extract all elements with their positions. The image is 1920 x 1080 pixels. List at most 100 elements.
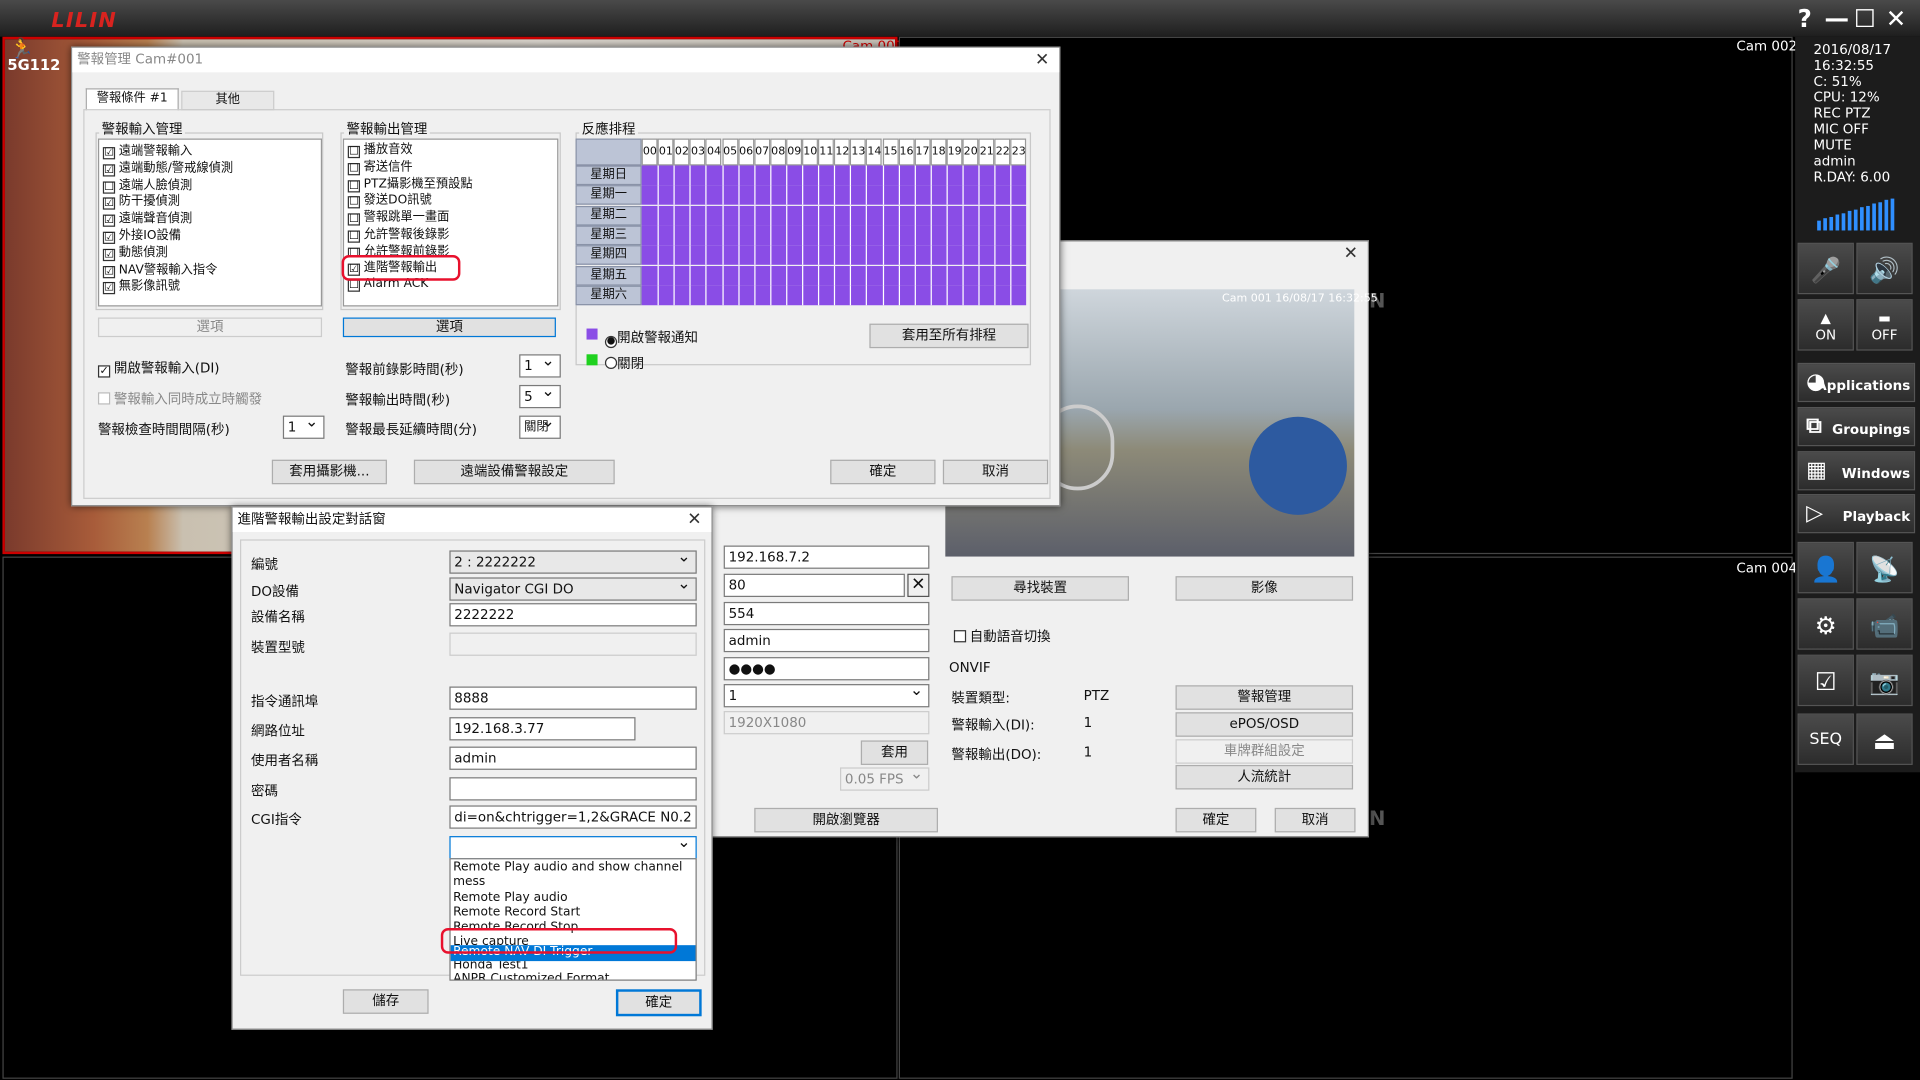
help-icon[interactable]: ?	[1798, 4, 1812, 33]
schedule-row[interactable]	[641, 165, 1027, 186]
check-interval-select[interactable]: 1	[282, 412, 325, 439]
cgi-command-field[interactable]: di=on&chtrigger=1,2&GRACE N0.2	[449, 805, 697, 829]
apply-button[interactable]: 套用	[860, 740, 929, 765]
input-item[interactable]: ☑ 防干擾偵測	[102, 194, 321, 211]
seq-button[interactable]: SEQ	[1797, 713, 1854, 765]
id-select[interactable]: 2 : 2222222	[449, 547, 697, 574]
preset-option[interactable]: Honda Test1	[453, 961, 693, 972]
output-item[interactable]: ☐ PTZ攝影機至預設點	[347, 176, 557, 193]
playback-button[interactable]: ▷ Playback	[1797, 494, 1916, 534]
username-field[interactable]: admin	[723, 628, 930, 653]
remote-alarm-settings-button[interactable]: 遠端設備警報設定	[413, 459, 615, 485]
input-item[interactable]: ☑ 動態偵測	[102, 245, 321, 262]
tab-other[interactable]: 其他	[181, 90, 275, 111]
image-button[interactable]: 影像	[1175, 576, 1354, 601]
input-item[interactable]: ☐ 遠端人臉偵測	[102, 177, 321, 194]
input-group-label: 警報輸入管理	[99, 118, 185, 139]
checklist-icon[interactable]: ☑	[1797, 654, 1854, 707]
input-item[interactable]: ☑ 遠端警報輸入	[102, 143, 321, 160]
ip-field[interactable]: 192.168.7.2	[723, 545, 930, 569]
input-item[interactable]: ☑ 遠端動態/警戒線偵測	[102, 160, 321, 177]
dome-camera-icon[interactable]: ⏏	[1856, 713, 1913, 765]
close-icon[interactable]: ✕	[1886, 4, 1907, 33]
epos-osd-button[interactable]: ePOS/OSD	[1175, 712, 1354, 737]
password-field[interactable]	[449, 777, 697, 801]
alarm-ok-button[interactable]: 確定	[830, 459, 936, 485]
close-icon[interactable]: ✕	[687, 510, 701, 530]
device-name-field[interactable]: 2222222	[449, 603, 697, 627]
input-item[interactable]: ☑ 無影像訊號	[102, 279, 321, 296]
close-radio[interactable]: 關閉	[604, 353, 644, 373]
schedule-grid[interactable]: 00 01 02 03 04 05 06 07 08 09 10 11 12 13 14 15 16 17 18 19…	[575, 138, 1027, 308]
device-ok-button[interactable]: 確定	[1175, 807, 1257, 833]
schedule-row[interactable]	[641, 245, 1027, 266]
username-field[interactable]: admin	[449, 746, 697, 770]
cmd-port-field[interactable]: 8888	[449, 686, 697, 710]
apply-camera-button[interactable]: 套用攝影機...	[271, 459, 387, 485]
grid-line	[978, 285, 980, 306]
save-button[interactable]: 儲存	[342, 989, 429, 1014]
preset-option[interactable]: ANPR Customized Format	[453, 972, 693, 980]
microphone-icon[interactable]: 🎤	[1797, 242, 1854, 295]
people-count-button[interactable]: 人流統計	[1175, 764, 1354, 790]
output-time-select[interactable]: 5	[519, 381, 561, 409]
advanced-ok-button[interactable]: 確定	[615, 989, 702, 1017]
port-field[interactable]: 80	[723, 573, 905, 598]
grid-line	[785, 285, 788, 306]
camera-settings-icon[interactable]: 📹	[1856, 598, 1913, 650]
settings-gear-icon[interactable]: ⚙	[1797, 598, 1854, 650]
cgi-preset-select[interactable]	[449, 832, 697, 860]
output-item[interactable]: ☐ 警報跳單一畫面	[347, 210, 557, 227]
user-icon[interactable]: 👤	[1797, 541, 1854, 594]
maximize-icon[interactable]: ☐	[1854, 4, 1876, 33]
open-browser-button[interactable]: 開啟瀏覽器	[754, 807, 938, 833]
remote-icon[interactable]: 📡	[1856, 541, 1913, 594]
auto-voice-checkbox[interactable]: 自動語音切換	[953, 629, 1051, 646]
find-device-button[interactable]: 尋找裝置	[951, 576, 1129, 601]
password-label: 密碼	[251, 783, 278, 800]
output-item[interactable]: ☐ 允許警報後錄影	[347, 227, 557, 244]
minimize-icon[interactable]: —	[1825, 4, 1849, 33]
max-delay-select[interactable]: 關閉	[519, 415, 561, 439]
do-device-select[interactable]: Navigator CGI DO	[449, 574, 697, 601]
output-item[interactable]: ☐ 寄送信件	[347, 159, 557, 176]
speaker-icon[interactable]: 🔊	[1856, 242, 1913, 295]
schedule-row[interactable]	[641, 265, 1027, 286]
notify-radio[interactable]: ● 開啟警報通知	[604, 327, 698, 349]
input-item[interactable]: ☑ 外接IO設備	[102, 228, 321, 245]
schedule-row[interactable]	[641, 185, 1027, 206]
alarm-cancel-button[interactable]: 取消	[942, 459, 1049, 485]
input-item[interactable]: ☑ NAV警報輸入指令	[102, 262, 321, 279]
device-cancel-button[interactable]: 取消	[1274, 807, 1356, 833]
applications-button[interactable]: ◕ Applications	[1797, 362, 1916, 403]
preset-option[interactable]: Remote Play audio	[453, 891, 693, 906]
stream-select[interactable]: 1	[723, 680, 930, 708]
preset-option[interactable]: Remote Play audio and show channel mess	[453, 861, 693, 891]
output-item[interactable]: ☐ 發送DO訊號	[347, 193, 557, 210]
close-icon[interactable]: ✕	[1035, 50, 1049, 70]
apply-all-schedule-button[interactable]: 套用至所有排程	[869, 323, 1029, 349]
close-icon[interactable]: ✕	[1344, 244, 1358, 264]
windows-button[interactable]: ▦ Windows	[1797, 451, 1916, 491]
alarm-off-button[interactable]: ▬ OFF	[1856, 299, 1913, 351]
snapshot-icon[interactable]: 📷	[1856, 654, 1913, 707]
output-option-button[interactable]: 選項	[342, 317, 556, 338]
preset-option[interactable]: Remote Record Start	[453, 906, 693, 921]
alarm-management-button[interactable]: 警報管理	[1175, 685, 1354, 710]
input-item[interactable]: ☑ 遠端聲音偵測	[102, 211, 321, 228]
output-item[interactable]: ☐ 播放音效	[347, 142, 557, 159]
enable-di-checkbox[interactable]: ✓ 開啟警報輸入(DI)	[97, 360, 220, 378]
groupings-button[interactable]: ⧉ Groupings	[1797, 406, 1916, 447]
password-field[interactable]: ●●●●	[723, 657, 930, 681]
schedule-row[interactable]	[641, 285, 1027, 306]
clear-icon[interactable]: ✕	[907, 573, 930, 598]
network-address-field[interactable]: 192.168.3.77	[449, 717, 636, 741]
tab-alarm-condition[interactable]: 警報條件 #1	[85, 88, 179, 111]
pre-record-select[interactable]: 1	[519, 351, 561, 378]
schedule-row[interactable]	[641, 205, 1027, 226]
rtsp-port-field[interactable]: 554	[723, 601, 930, 626]
schedule-row[interactable]	[641, 225, 1027, 246]
cgi-preset-list[interactable]: Remote Play audio and show channel mess …	[449, 858, 697, 981]
grid-line	[753, 185, 756, 206]
alarm-on-button[interactable]: ▲ ON	[1797, 299, 1854, 351]
